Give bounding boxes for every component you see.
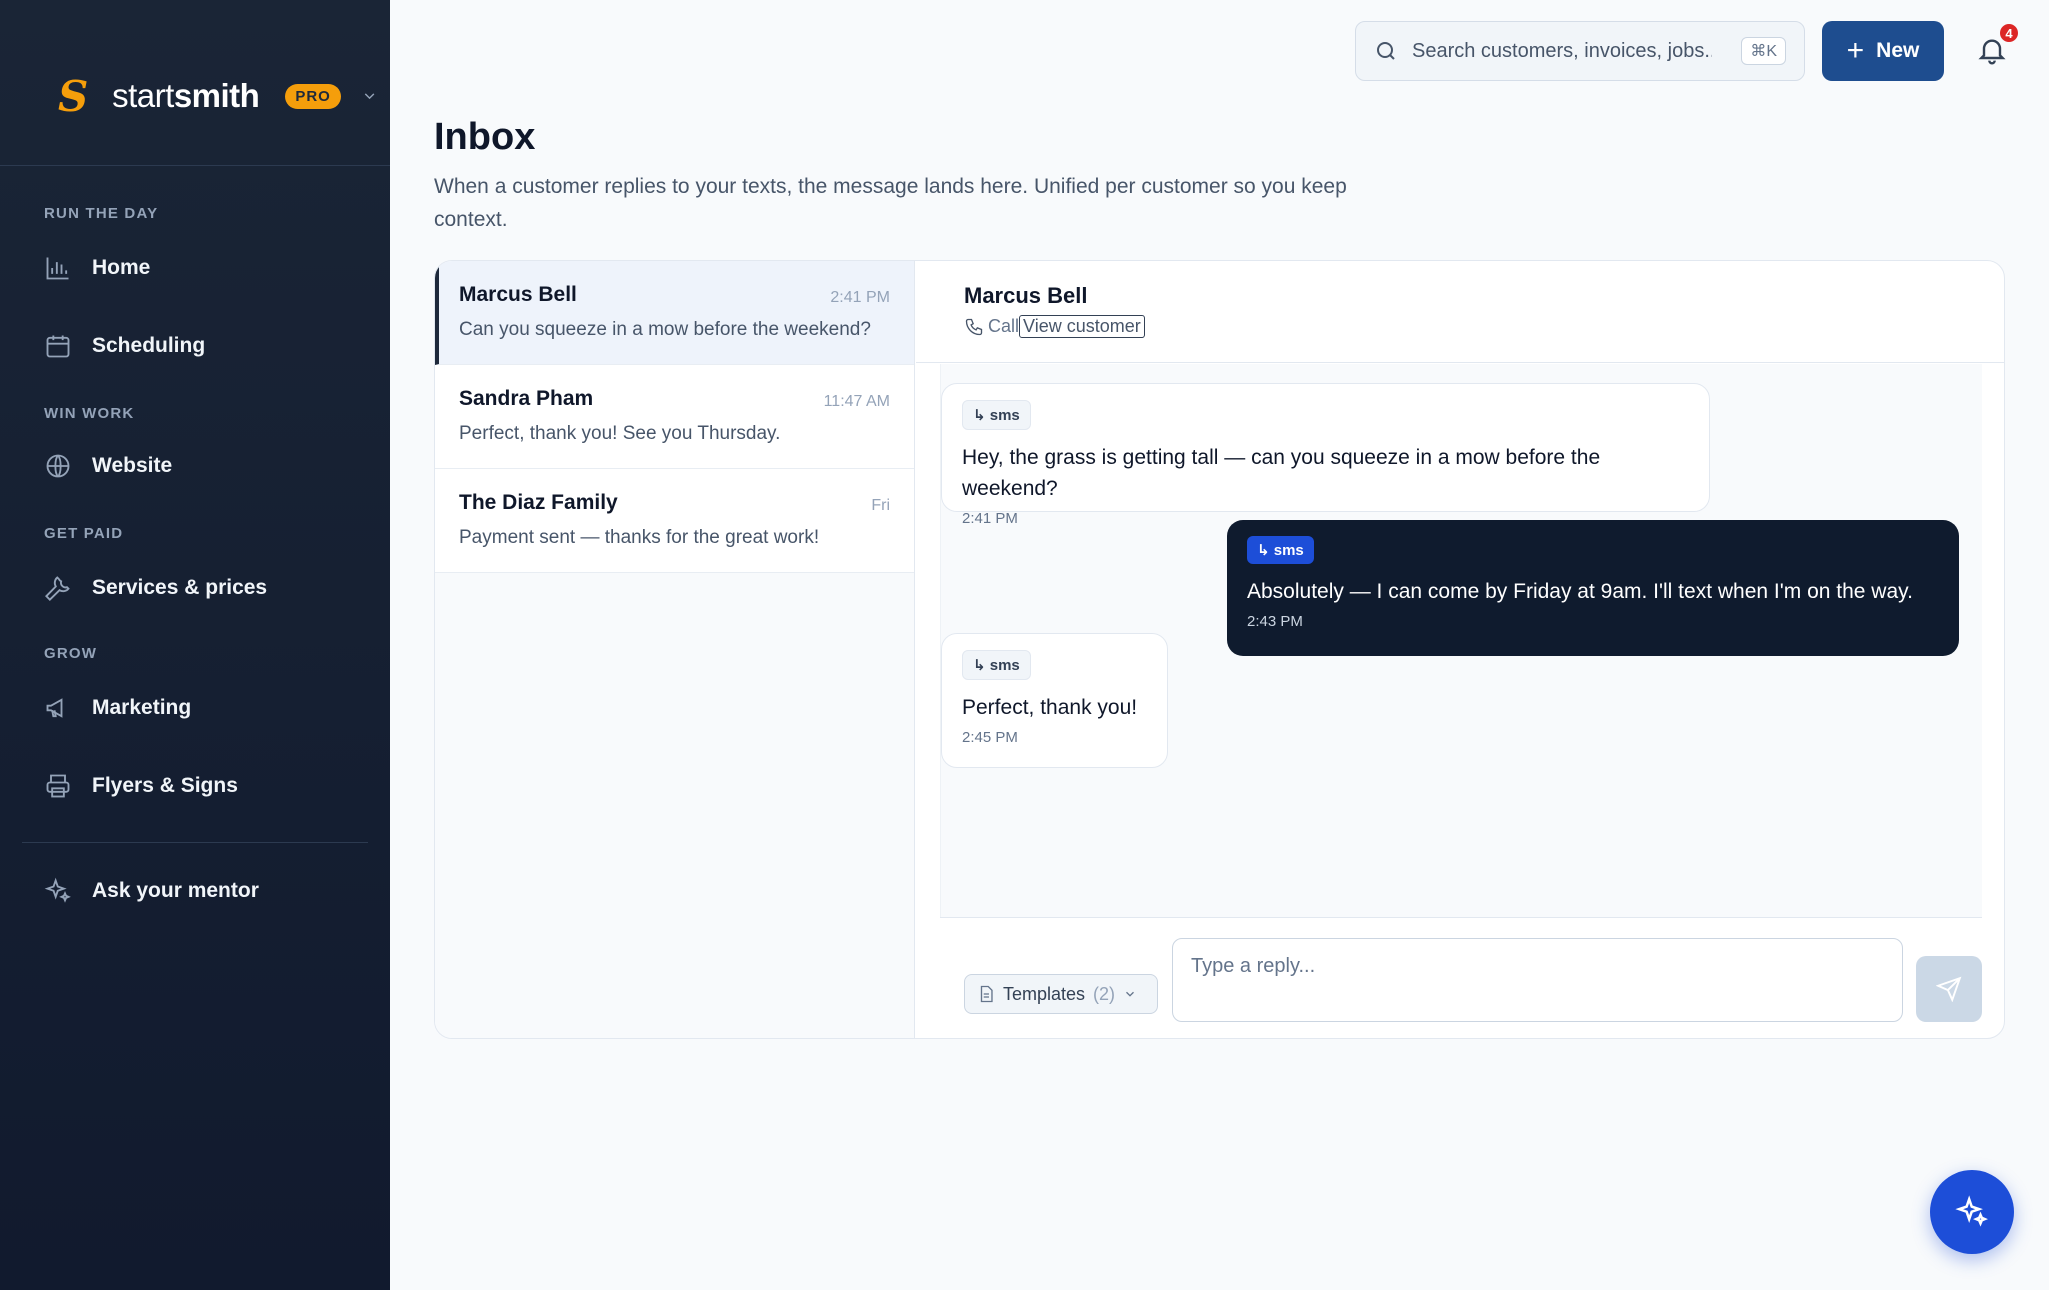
search-shortcut: ⌘K <box>1741 37 1786 65</box>
wrench-icon <box>45 576 70 601</box>
printer-icon <box>46 774 70 798</box>
sidebar-item-home[interactable]: Home <box>44 248 364 288</box>
search-icon <box>1377 42 1395 60</box>
sparkles-icon <box>1955 1195 1988 1227</box>
sidebar-item-label: Services & prices <box>92 576 268 599</box>
sidebar-item-services[interactable]: Services & prices <box>44 568 364 608</box>
nav-section-win-work: WIN WORK <box>44 405 135 422</box>
sidebar-item-label: Marketing <box>92 696 192 719</box>
nav-section-run-the-day: RUN THE DAY <box>44 205 159 222</box>
phone-icon[interactable] <box>964 317 984 337</box>
message-time: 2:43 PM <box>1247 613 1303 630</box>
message-inbound: ↳ sms Hey, the grass is getting tall — c… <box>941 383 1710 527</box>
message-thread: Marcus Bell Call View customer ↳ sms Hey… <box>916 261 2004 1038</box>
conversation-list: Marcus Bell 2:41 PM Can you squeeze in a… <box>435 261 915 1038</box>
conversation-item[interactable]: Sandra Pham 11:47 AM Perfect, thank you!… <box>435 365 914 469</box>
conversation-preview: Can you squeeze in a mow before the week… <box>459 319 871 340</box>
sidebar-item-ask-mentor[interactable]: Ask your mentor <box>44 871 364 911</box>
sidebar-item-website[interactable]: Website <box>44 446 364 486</box>
reply-input[interactable] <box>1172 938 1903 1022</box>
nav-section-grow: GROW <box>44 645 98 662</box>
megaphone-icon <box>46 698 63 718</box>
templates-label: Templates <box>1002 983 1086 1004</box>
send-button[interactable] <box>1916 956 1982 1022</box>
conversation-item[interactable]: Marcus Bell 2:41 PM Can you squeeze in a… <box>435 261 914 365</box>
document-icon <box>980 985 993 1003</box>
conversation-preview: Perfect, thank you! See you Thursday. <box>459 423 781 444</box>
conversation-time: 11:47 AM <box>823 393 890 410</box>
nav-section-get-paid: GET PAID <box>44 525 124 542</box>
channel-tag: ↳ sms <box>962 650 1031 680</box>
sidebar: S startsmith PRO RUN THE DAY Home Schedu… <box>0 0 390 1290</box>
sparkles-icon <box>44 877 71 903</box>
conversation-name: Marcus Bell <box>459 283 577 306</box>
brand-logo-icon: S <box>58 71 89 121</box>
message-inbound: ↳ sms Perfect, thank you! 2:45 PM <box>941 633 1168 768</box>
conversation-item[interactable]: The Diaz Family Fri Payment sent — thank… <box>435 469 914 573</box>
sidebar-item-label: Scheduling <box>92 334 206 357</box>
ai-assistant-button[interactable] <box>1930 1170 2014 1254</box>
bar-chart-icon <box>46 257 69 280</box>
thread-header: Marcus Bell Call View customer <box>916 261 2004 363</box>
channel-tag: ↳ sms <box>962 400 1031 430</box>
view-customer-link[interactable]: View customer <box>1019 315 1145 338</box>
templates-count: (2) <box>1093 983 1116 1004</box>
sidebar-item-flyers[interactable]: Flyers & Signs <box>44 766 364 806</box>
conversation-name: The Diaz Family <box>459 491 618 514</box>
sidebar-item-label: Ask your mentor <box>92 879 259 902</box>
inbox-panel: Marcus Bell 2:41 PM Can you squeeze in a… <box>434 260 2005 1039</box>
conversation-time: Fri <box>871 497 890 514</box>
message-list: ↳ sms Hey, the grass is getting tall — c… <box>940 364 1982 917</box>
message-text: Hey, the grass is getting tall — can you… <box>962 446 1601 500</box>
message-text: Absolutely — I can come by Friday at 9am… <box>1247 580 1913 603</box>
brand-name: startsmith <box>112 77 260 114</box>
divider <box>22 842 368 843</box>
calendar-icon <box>46 335 70 358</box>
divider <box>0 165 390 166</box>
brand-switcher[interactable]: S startsmith PRO <box>58 72 378 121</box>
globe-icon <box>46 454 70 478</box>
message-outbound: ↳ sms Absolutely — I can come by Friday … <box>1227 520 1959 656</box>
templates-dropdown[interactable]: Templates (2) <box>964 974 1158 1014</box>
channel-tag: ↳ sms <box>1247 536 1314 564</box>
call-link[interactable]: Call <box>988 316 1019 337</box>
sidebar-item-marketing[interactable]: Marketing <box>44 688 364 728</box>
sidebar-item-label: Home <box>92 256 151 279</box>
page-subtitle: When a customer replies to your texts, t… <box>434 175 1347 231</box>
notification-count-badge: 4 <box>1998 22 2020 44</box>
send-icon <box>1936 976 1962 1002</box>
global-search[interactable]: ⌘K <box>1355 21 1805 81</box>
sidebar-item-label: Flyers & Signs <box>92 774 238 797</box>
sidebar-item-label: Website <box>92 454 173 477</box>
plan-badge: PRO <box>285 83 341 109</box>
conversation-time: 2:41 PM <box>830 289 890 306</box>
chevron-down-icon[interactable] <box>361 87 378 105</box>
page-title: Inbox <box>434 116 536 158</box>
chevron-down-icon <box>1126 991 1134 997</box>
reply-composer: Templates (2) <box>940 917 1982 1038</box>
new-button-label: New <box>1876 39 1920 62</box>
search-input[interactable] <box>1412 39 1712 63</box>
thread-actions: Call View customer <box>964 315 2004 338</box>
conversation-preview: Payment sent — thanks for the great work… <box>459 527 820 548</box>
sidebar-item-scheduling[interactable]: Scheduling <box>44 326 364 366</box>
message-time: 2:45 PM <box>962 729 1018 746</box>
message-text: Perfect, thank you! <box>962 696 1138 719</box>
new-button[interactable]: + New <box>1822 21 1944 81</box>
thread-customer-name: Marcus Bell <box>964 283 1088 308</box>
plus-icon: + <box>1846 34 1865 67</box>
